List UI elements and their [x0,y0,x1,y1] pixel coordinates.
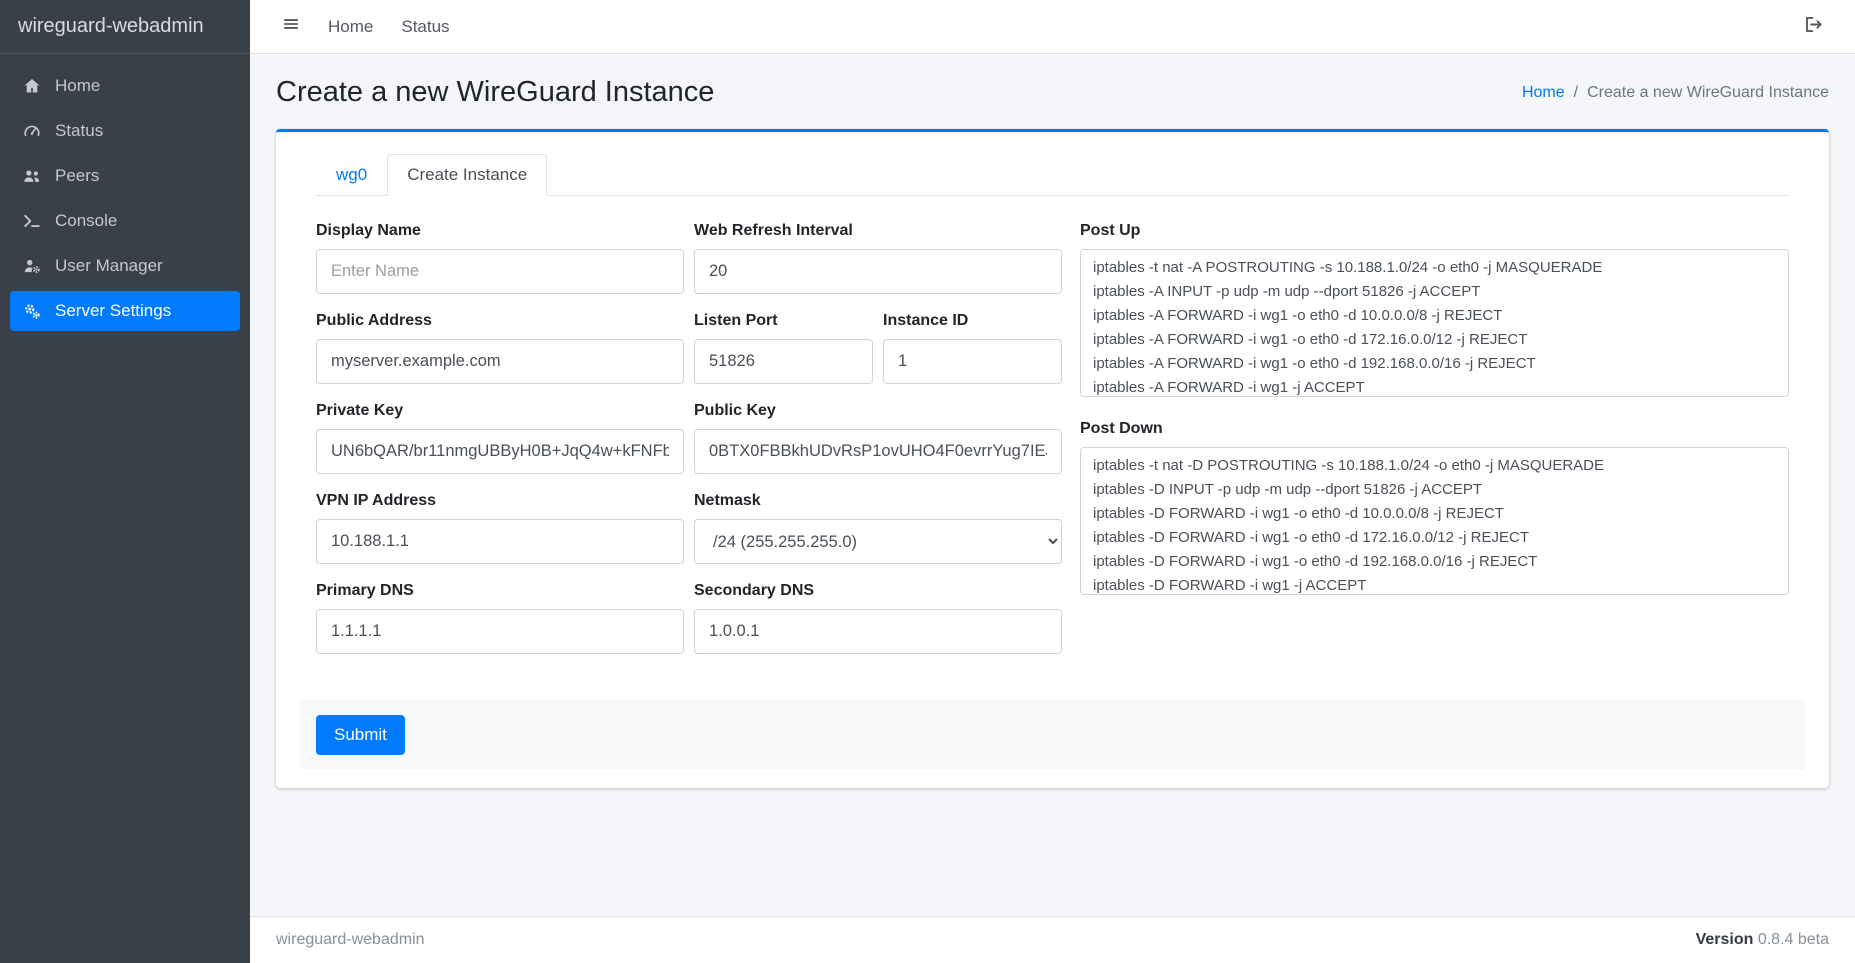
primary-dns-label: Primary DNS [316,582,684,600]
public-address-group: Public Address [316,312,684,384]
vpn-ip-group: VPN IP Address [316,492,684,564]
breadcrumb-home-link[interactable]: Home [1522,84,1565,102]
submit-button[interactable]: Submit [316,715,405,755]
web-refresh-interval-group: Web Refresh Interval [694,222,1062,294]
listen-port-group: Listen Port [694,312,873,384]
instance-id-label: Instance ID [883,312,1062,330]
footer-brand: wireguard-webadmin [276,931,425,949]
instance-id-group: Instance ID [883,312,1062,384]
post-down-textarea[interactable]: iptables -t nat -D POSTROUTING -s 10.188… [1080,447,1789,595]
vpn-ip-label: VPN IP Address [316,492,684,510]
private-key-input[interactable] [316,429,684,474]
content-header: Create a new WireGuard Instance Home / C… [276,54,1829,129]
post-up-group: Post Up iptables -t nat -A POSTROUTING -… [1080,222,1789,402]
private-key-label: Private Key [316,402,684,420]
secondary-dns-input[interactable] [694,609,1062,654]
content-area: Create a new WireGuard Instance Home / C… [250,54,1855,916]
web-refresh-interval-input[interactable] [694,249,1062,294]
instance-card: wg0 Create Instance Display Name Web Ref… [276,129,1829,788]
footer-version-value: 0.8.4 beta [1758,931,1829,948]
breadcrumb: Home / Create a new WireGuard Instance [1522,84,1829,102]
home-icon [22,76,42,96]
primary-dns-input[interactable] [316,609,684,654]
display-name-input[interactable] [316,249,684,294]
instance-tabs: wg0 Create Instance [316,154,1789,196]
listen-port-input[interactable] [694,339,873,384]
main-footer: wireguard-webadmin Version 0.8.4 beta [250,916,1855,963]
sidebar-item-label: Server Settings [55,301,171,321]
listen-port-label: Listen Port [694,312,873,330]
instance-form: Display Name Web Refresh Interval Public… [316,222,1789,672]
post-down-group: Post Down iptables -t nat -D POSTROUTING… [1080,420,1789,600]
public-address-input[interactable] [316,339,684,384]
public-key-input[interactable] [694,429,1062,474]
netmask-group: Netmask /24 (255.255.255.0) [694,492,1062,564]
sidebar-item-label: Console [55,211,117,231]
post-up-textarea[interactable]: iptables -t nat -A POSTROUTING -s 10.188… [1080,249,1789,397]
sidebar-nav: Home Status Peers Console [0,54,250,348]
vpn-ip-input[interactable] [316,519,684,564]
logout-button[interactable] [1792,7,1835,47]
server-settings-icon [22,301,42,321]
main-column: Home Status Create a new WireGuard Insta… [250,0,1855,963]
form-footer-band: Submit [300,700,1805,770]
hamburger-icon [282,15,300,38]
brand-link[interactable]: wireguard-webadmin [0,0,250,54]
sidebar-item-status[interactable]: Status [10,111,240,151]
public-key-label: Public Key [694,402,1062,420]
public-key-group: Public Key [694,402,1062,474]
topnav-link-home[interactable]: Home [316,9,385,45]
tab-create-instance[interactable]: Create Instance [387,154,547,196]
primary-dns-group: Primary DNS [316,582,684,654]
form-right-column: Post Up iptables -t nat -A POSTROUTING -… [1080,222,1789,672]
sidebar-item-label: Status [55,121,103,141]
sidebar-item-label: Peers [55,166,99,186]
private-key-group: Private Key [316,402,684,474]
post-down-label: Post Down [1080,420,1789,438]
app-root: wireguard-webadmin Home Status Peers [0,0,1855,963]
web-refresh-interval-label: Web Refresh Interval [694,222,1062,240]
secondary-dns-group: Secondary DNS [694,582,1062,654]
post-up-label: Post Up [1080,222,1789,240]
display-name-group: Display Name [316,222,684,294]
status-icon [22,121,42,141]
tab-wg0[interactable]: wg0 [316,154,387,196]
breadcrumb-separator: / [1574,84,1578,102]
sidebar-item-console[interactable]: Console [10,201,240,241]
sidebar-item-server-settings[interactable]: Server Settings [10,291,240,331]
instance-card-body: wg0 Create Instance Display Name Web Ref… [276,132,1829,788]
topnav-link-status[interactable]: Status [389,9,461,45]
port-id-row: Listen Port Instance ID [694,312,1062,402]
netmask-select[interactable]: /24 (255.255.255.0) [694,519,1062,564]
page-title: Create a new WireGuard Instance [276,76,714,109]
peers-icon [22,166,42,186]
sidebar: wireguard-webadmin Home Status Peers [0,0,250,963]
sidebar-item-label: Home [55,76,100,96]
footer-version: Version 0.8.4 beta [1696,931,1829,949]
footer-version-label: Version [1696,931,1754,948]
breadcrumb-current: Create a new WireGuard Instance [1587,84,1829,102]
sidebar-item-home[interactable]: Home [10,66,240,106]
netmask-label: Netmask [694,492,1062,510]
sidebar-item-label: User Manager [55,256,163,276]
display-name-label: Display Name [316,222,684,240]
secondary-dns-label: Secondary DNS [694,582,1062,600]
user-manager-icon [22,256,42,276]
logout-icon [1804,15,1823,39]
sidebar-toggle-button[interactable] [270,7,312,46]
public-address-label: Public Address [316,312,684,330]
console-icon [22,211,42,231]
sidebar-item-user-manager[interactable]: User Manager [10,246,240,286]
instance-id-input[interactable] [883,339,1062,384]
form-left-columns: Display Name Web Refresh Interval Public… [316,222,1062,672]
top-navbar: Home Status [250,0,1855,54]
sidebar-item-peers[interactable]: Peers [10,156,240,196]
